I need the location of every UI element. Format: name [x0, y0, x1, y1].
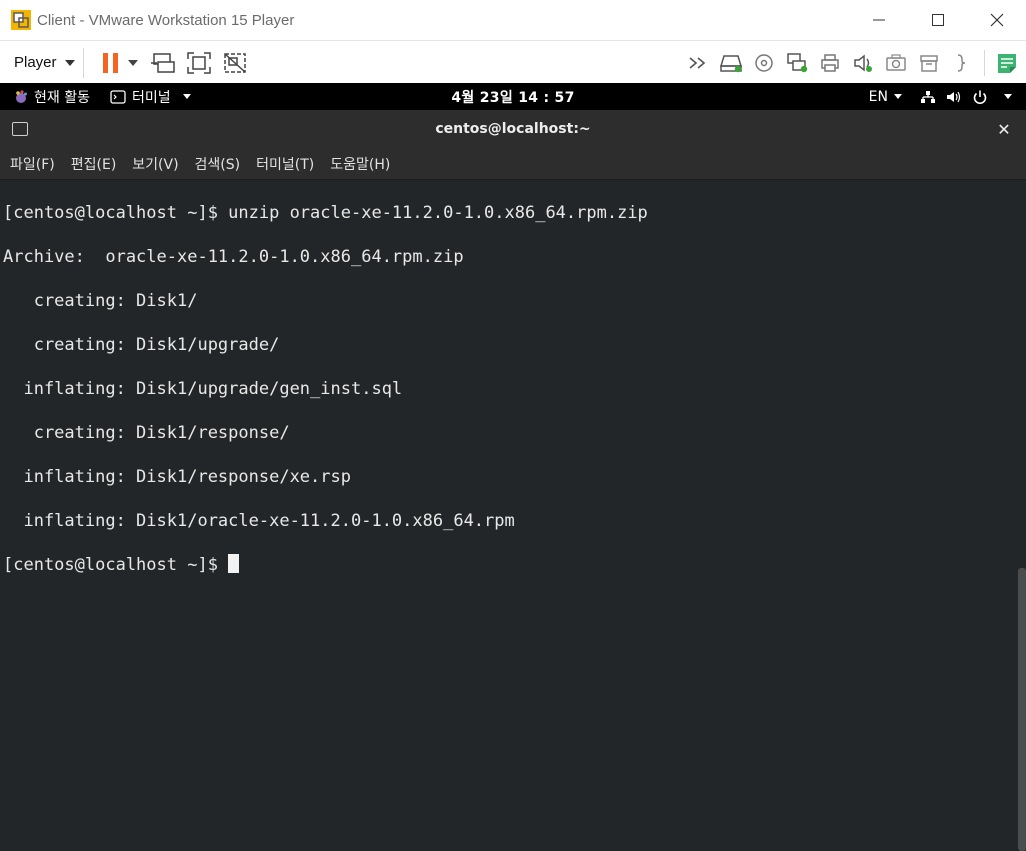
- window-title: Client - VMware Workstation 15 Player: [37, 11, 295, 29]
- vmware-toolbar: Player: [0, 40, 1026, 84]
- menu-terminal[interactable]: 터미널(T): [256, 154, 314, 174]
- menu-help[interactable]: 도움말(H): [330, 154, 390, 174]
- input-language-button[interactable]: EN: [869, 89, 902, 105]
- terminal-scrollbar[interactable]: [1018, 568, 1026, 851]
- vmware-logo-icon: [11, 10, 31, 30]
- terminal-line: creating: Disk1/upgrade/: [3, 335, 280, 355]
- double-chevron-right-icon: [689, 56, 706, 69]
- network-adapter-button[interactable]: [784, 50, 810, 76]
- menu-edit[interactable]: 편집(E): [71, 154, 117, 174]
- power-icon: [973, 90, 987, 104]
- sound-card-button[interactable]: [850, 50, 876, 76]
- terminal-text: [centos@localhost ~]$ unzip oracle-xe-11…: [3, 180, 648, 620]
- send-ctrl-alt-del-button[interactable]: [150, 50, 176, 76]
- cd-dvd-button[interactable]: [751, 50, 777, 76]
- terminal-menu-bar: 파일(F) 편집(E) 보기(V) 검색(S) 터미널(T) 도움말(H): [0, 148, 1026, 180]
- player-menu-button[interactable]: Player: [2, 47, 84, 78]
- text-cursor: [228, 554, 240, 573]
- terminal-prompt-line: [centos@localhost ~]$: [3, 554, 648, 576]
- notes-icon: [998, 53, 1016, 73]
- chevron-down-icon: [894, 94, 902, 99]
- pause-icon: [102, 52, 118, 73]
- network-wired-icon: [921, 90, 935, 103]
- pause-button[interactable]: [98, 50, 124, 76]
- gnome-top-bar: 현재 활동 터미널 4월 23일 14 : 57 EN: [0, 83, 1026, 110]
- more-devices-button[interactable]: [685, 50, 711, 76]
- fullscreen-icon: [186, 51, 211, 74]
- terminal-line: creating: Disk1/response/: [3, 423, 290, 443]
- chevron-down-icon: [64, 59, 75, 66]
- language-label: EN: [868, 88, 888, 105]
- terminal-header-bar: centos@localhost:~ ✕: [0, 110, 1026, 148]
- menu-search[interactable]: 검색(S): [195, 154, 241, 174]
- terminal-close-button[interactable]: ✕: [994, 119, 1014, 139]
- system-menu-button[interactable]: [920, 89, 1012, 105]
- usb-box-icon: [920, 54, 938, 72]
- close-icon: ✕: [997, 119, 1011, 139]
- unity-button[interactable]: [222, 50, 248, 76]
- camera-icon: [886, 53, 906, 71]
- menu-file[interactable]: 파일(F): [10, 154, 55, 174]
- printer-button[interactable]: [817, 50, 843, 76]
- hard-disk-button[interactable]: [718, 50, 744, 76]
- minimize-icon: [872, 19, 885, 21]
- network-icon: [787, 52, 808, 72]
- usb-device-button[interactable]: [916, 50, 942, 76]
- terminal-title: centos@localhost:~: [435, 121, 591, 137]
- fullscreen-button[interactable]: [186, 50, 212, 76]
- terminal-line: inflating: Disk1/response/xe.rsp: [3, 467, 351, 487]
- terminal-line: inflating: Disk1/upgrade/gen_inst.sql: [3, 379, 403, 399]
- printer-icon: [821, 53, 839, 72]
- terminal-line: inflating: Disk1/oracle-xe-11.2.0-1.0.x8…: [3, 511, 515, 531]
- close-icon: [990, 13, 1003, 27]
- chevron-down-icon: [1004, 94, 1012, 99]
- hard-disk-icon: [719, 54, 743, 72]
- maximize-icon: [931, 14, 944, 26]
- cd-icon: [755, 53, 773, 72]
- shared-folder-button[interactable]: [949, 50, 975, 76]
- terminal-line: creating: Disk1/: [3, 291, 198, 311]
- terminal-line: [centos@localhost ~]$ unzip oracle-xe-11…: [3, 203, 648, 223]
- maximize-button[interactable]: [908, 0, 967, 40]
- unity-icon: [223, 52, 246, 73]
- vmware-title-bar: Client - VMware Workstation 15 Player: [0, 0, 1026, 40]
- send-keys-icon: [150, 52, 175, 73]
- close-window-button[interactable]: [967, 0, 1026, 40]
- speaker-icon: [854, 53, 872, 72]
- minimize-button[interactable]: [849, 0, 908, 40]
- terminal-prompt: [centos@localhost ~]$: [3, 555, 229, 575]
- toolbar-divider: [984, 49, 985, 76]
- terminal-line: Archive: oracle-xe-11.2.0-1.0.x86_64.rpm…: [3, 247, 464, 267]
- player-menu-label: Player: [14, 54, 57, 71]
- volume-icon: [947, 91, 961, 102]
- notes-button[interactable]: [994, 50, 1020, 76]
- chevron-down-icon: [127, 59, 138, 66]
- menu-view[interactable]: 보기(V): [132, 154, 178, 174]
- brace-icon: [957, 53, 966, 72]
- terminal-output-area[interactable]: [centos@localhost ~]$ unzip oracle-xe-11…: [0, 180, 1026, 851]
- camera-button[interactable]: [883, 50, 909, 76]
- power-options-dropdown[interactable]: [126, 50, 140, 76]
